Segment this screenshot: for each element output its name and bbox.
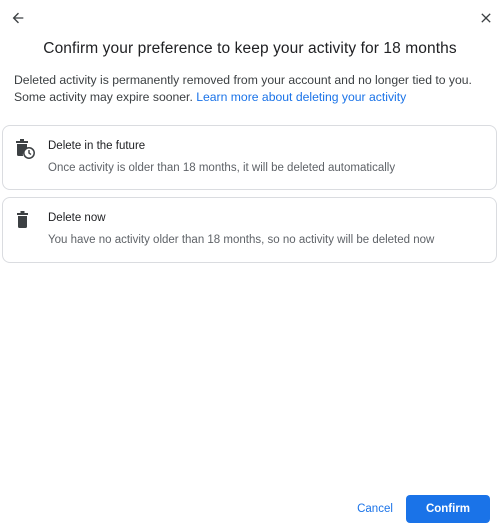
- option-delete-in-future: Delete in the future Once activity is ol…: [2, 125, 497, 190]
- trash-icon: [14, 210, 36, 232]
- back-button[interactable]: [6, 6, 30, 30]
- arrow-back-icon: [12, 12, 24, 24]
- close-button[interactable]: [474, 6, 498, 30]
- option-title: Delete in the future: [48, 140, 146, 152]
- option-delete-now: Delete now You have no activity older th…: [2, 197, 497, 263]
- learn-more-link[interactable]: Learn more about deleting your activity: [196, 90, 406, 104]
- dialog-description: Deleted activity is permanently removed …: [14, 72, 489, 106]
- dialog-title: Confirm your preference to keep your act…: [43, 40, 457, 57]
- option-subtitle: You have no activity older than 18 month…: [48, 234, 435, 246]
- option-title: Delete now: [48, 212, 106, 224]
- close-icon: [481, 13, 491, 23]
- trash-clock-icon: [14, 138, 36, 160]
- option-subtitle: Once activity is older than 18 months, i…: [48, 162, 396, 174]
- cancel-button[interactable]: Cancel: [348, 497, 402, 521]
- confirm-button[interactable]: Confirm: [406, 495, 490, 523]
